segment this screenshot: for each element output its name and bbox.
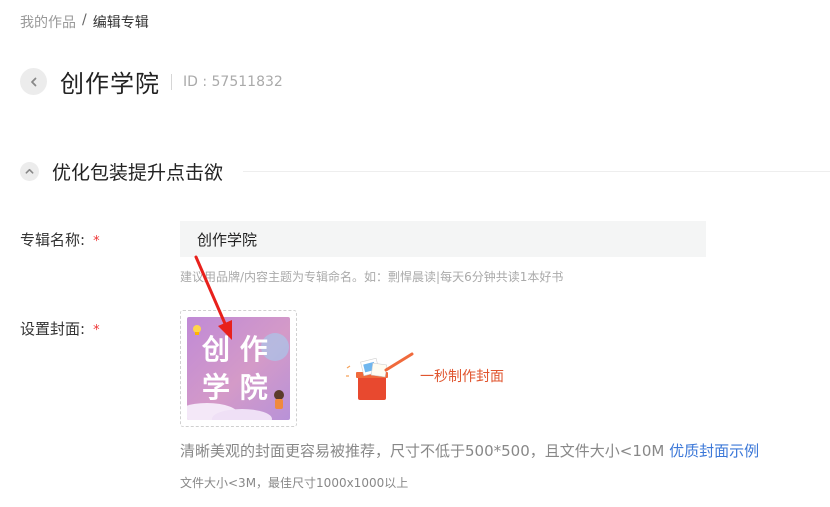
album-name-label-text: 专辑名称: bbox=[20, 231, 86, 249]
album-name-label: 专辑名称: * bbox=[20, 229, 100, 250]
cover-maker-icon bbox=[346, 352, 414, 400]
chevron-up-icon bbox=[25, 168, 34, 174]
cover-image: 创 作 学 院 bbox=[187, 317, 290, 420]
cover-upload[interactable]: 创 作 学 院 bbox=[180, 310, 297, 427]
make-cover-button[interactable]: 一秒制作封面 bbox=[344, 346, 504, 406]
chevron-left-icon bbox=[30, 77, 36, 86]
cover-text-line2: 学 院 bbox=[202, 371, 268, 404]
required-mark: * bbox=[93, 234, 100, 249]
cover-text-line1: 创 作 bbox=[201, 333, 268, 366]
section-header: 优化包装提升点击欲 bbox=[20, 158, 830, 185]
cover-tip: 清晰美观的封面更容易被推荐，尺寸不低于500*500，且文件大小<10M 优质封… bbox=[180, 440, 759, 461]
collapse-button[interactable] bbox=[20, 162, 39, 181]
breadcrumb-separator: / bbox=[82, 12, 87, 28]
album-name-hint: 建议用品牌/内容主题为专辑命名。如：剽悍晨读|每天6分钟共读1本好书 bbox=[180, 270, 564, 284]
album-name-input[interactable] bbox=[180, 221, 706, 257]
cover-example-link[interactable]: 优质封面示例 bbox=[669, 442, 759, 460]
title-divider bbox=[171, 73, 172, 90]
required-mark: * bbox=[93, 323, 100, 338]
page-title: 创作学院 bbox=[60, 70, 160, 98]
make-cover-label: 一秒制作封面 bbox=[420, 369, 504, 385]
cover-label: 设置封面: * bbox=[20, 318, 100, 339]
page-header: 创作学院 ID : 57511832 bbox=[20, 64, 283, 99]
back-button[interactable] bbox=[20, 68, 47, 95]
cover-tip-text: 清晰美观的封面更容易被推荐，尺寸不低于500*500，且文件大小<10M bbox=[180, 442, 665, 460]
file-size-tip: 文件大小<3M，最佳尺寸1000x1000以上 bbox=[180, 476, 409, 490]
album-id: ID : 57511832 bbox=[183, 73, 283, 90]
section-title: 优化包装提升点击欲 bbox=[52, 162, 224, 184]
breadcrumb-parent-link[interactable]: 我的作品 bbox=[20, 12, 76, 32]
breadcrumb-current: 编辑专辑 bbox=[92, 15, 149, 31]
breadcrumb: 我的作品 / 编辑专辑 bbox=[20, 12, 149, 32]
section-divider bbox=[243, 171, 830, 172]
cover-label-text: 设置封面: bbox=[20, 320, 86, 338]
